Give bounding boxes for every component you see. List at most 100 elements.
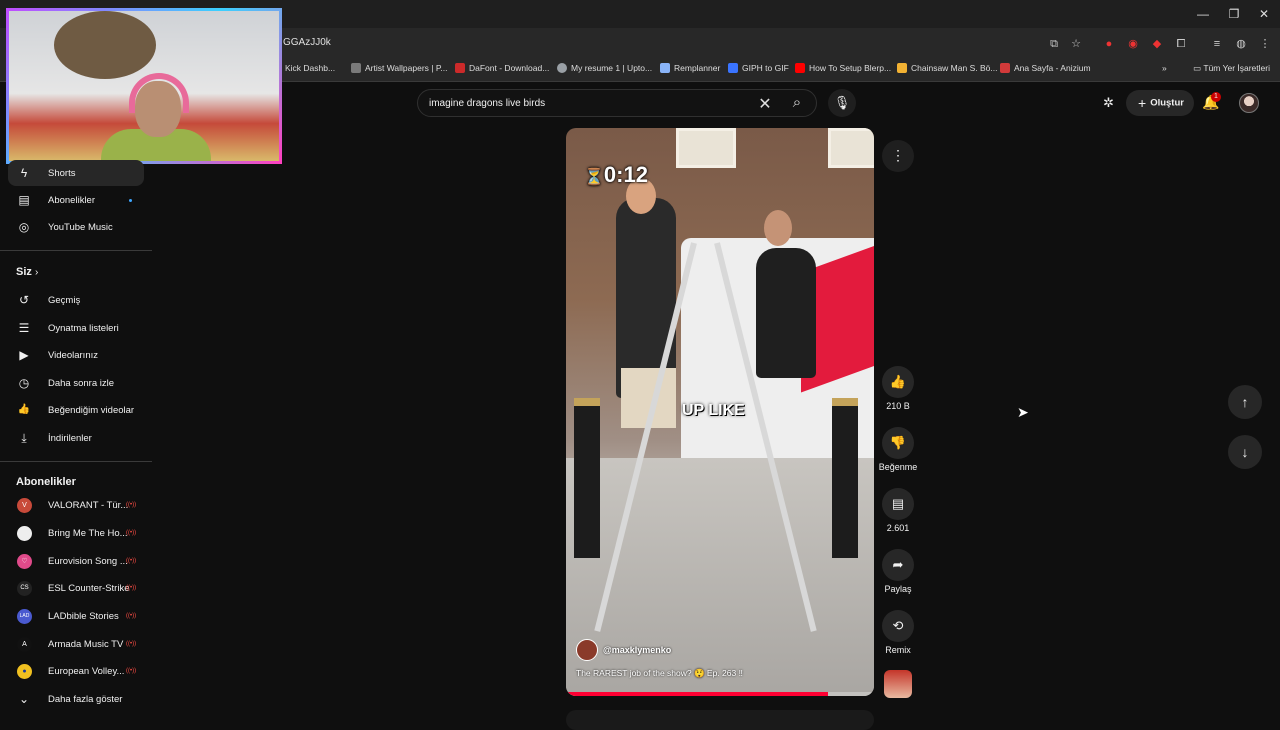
sidebar-subscription-item[interactable]: A Armada Music TV ((•))	[8, 631, 144, 657]
extensions-puzzle-icon[interactable]: ⧠	[1173, 36, 1189, 52]
sidebar-subscription-item[interactable]: LAD LADbible Stories ((•))	[8, 603, 144, 629]
search-input[interactable]: imagine dragons live birds	[429, 98, 545, 109]
sidebar-subscription-item[interactable]: Bring Me The Ho... ((•))	[8, 520, 144, 546]
like-count: 210 B	[886, 401, 910, 411]
dislike-icon[interactable]: 👎	[882, 427, 914, 459]
playlists-icon: ☰	[18, 321, 30, 335]
remix-icon[interactable]: ⟲	[882, 610, 914, 642]
sidebar-item-youtube-music[interactable]: ◎ YouTube Music	[8, 214, 144, 240]
channel-avatar[interactable]	[576, 639, 598, 661]
bookmark[interactable]: Kick Dashb...	[285, 63, 335, 73]
bookmark[interactable]: My resume 1 | Upto...	[557, 63, 652, 73]
sidebar-item-label: Geçmiş	[48, 294, 81, 306]
subscriptions-icon: ▤	[18, 193, 30, 207]
hourglass-icon: ⏳	[584, 169, 604, 186]
sidebar-subscription-item[interactable]: CS ESL Counter-Strike ((•))	[8, 575, 144, 601]
sidebar-item-watch-later[interactable]: ◷ Daha sonra izle	[8, 370, 144, 396]
webcam-headset	[129, 73, 189, 113]
video-timer-overlay: ⏳0:12	[584, 162, 648, 187]
clear-search-icon[interactable]: ✕	[756, 94, 774, 114]
show-more-button[interactable]: ⌄ Daha fazla göster	[8, 686, 144, 712]
live-indicator-icon: ((•))	[126, 530, 137, 536]
sidebar-item-shorts[interactable]: ϟ Shorts	[8, 160, 144, 186]
profile-icon[interactable]: ◍	[1233, 36, 1249, 52]
bookmark[interactable]: Chainsaw Man S. Bö...	[897, 63, 997, 73]
video-scene	[828, 128, 874, 168]
video-title[interactable]: The RAREST job of the show? 😲 Ep. 263 ‼	[576, 668, 743, 679]
your-videos-icon: ▶	[19, 348, 29, 362]
menu-kebab-icon[interactable]: ⋮	[1257, 36, 1273, 52]
video-scene	[574, 398, 600, 558]
extension-icon[interactable]: ●	[1101, 36, 1117, 52]
share-action: ➦ Paylaş	[874, 549, 922, 594]
minimize-button[interactable]: —	[1188, 4, 1218, 24]
next-short-preview[interactable]	[566, 710, 874, 730]
more-options-icon[interactable]: ⋮	[882, 140, 914, 172]
search-box[interactable]: imagine dragons live birds ✕ ⌕	[417, 89, 817, 117]
next-short-arrow-down-icon[interactable]: ↓	[1228, 435, 1262, 469]
sidebar-item-label: Shorts	[48, 167, 76, 179]
sidebar-item-label: Oynatma listeleri	[48, 322, 119, 334]
media-controls-icon[interactable]: ≡	[1209, 36, 1225, 52]
bookmark-favicon-icon	[897, 63, 907, 73]
bookmark[interactable]: Ana Sayfa - Anizium	[1000, 63, 1091, 73]
sidebar-item-downloads[interactable]: ⤓ İndirilenler	[8, 425, 144, 451]
extension-icon[interactable]: ◉	[1125, 36, 1141, 52]
create-sparkle-icon[interactable]: ✲	[1103, 95, 1114, 111]
bookmark[interactable]: How To Setup Blerp...	[795, 63, 891, 73]
sidebar-item-subscriptions[interactable]: ▤ Abonelikler	[8, 187, 144, 213]
close-button[interactable]: ✕	[1249, 4, 1279, 24]
remix-action: ⟲ Remix	[874, 610, 922, 655]
bookmark[interactable]: Remplanner	[660, 63, 720, 73]
video-scene	[832, 398, 858, 558]
comment-icon[interactable]: ▤	[882, 488, 914, 520]
voice-search-mic-icon[interactable]: 🎙	[828, 89, 856, 117]
sidebar-item-your-videos[interactable]: ▶ Videolarınız	[8, 342, 144, 368]
video-progress-bar[interactable]	[566, 692, 874, 696]
extension-icon[interactable]: ◆	[1149, 36, 1165, 52]
bookmark[interactable]: GIPH to GIF	[728, 63, 789, 73]
previous-short-arrow-up-icon[interactable]: ↑	[1228, 385, 1262, 419]
account-avatar[interactable]	[1239, 93, 1259, 113]
bookmarks-overflow-icon[interactable]: »	[1162, 63, 1167, 73]
bookmark-favicon-icon	[728, 63, 738, 73]
sidebar-item-label: Eurovision Song ...	[48, 555, 128, 567]
sidebar-divider	[0, 461, 152, 462]
short-video-player[interactable]: ⏳0:12 UP LIKE @maxklymenko The RAREST jo…	[566, 128, 874, 696]
restore-button[interactable]: ❐	[1219, 4, 1249, 24]
bookmark[interactable]: Artist Wallpapers | P...	[351, 63, 448, 73]
sidebar: ϟ Shorts ▤ Abonelikler ◎ YouTube Music S…	[0, 160, 160, 720]
sidebar-subscription-item[interactable]: V VALORANT - Tür... ((•))	[8, 492, 144, 518]
share-label: Paylaş	[884, 584, 912, 594]
video-scene	[764, 210, 792, 246]
bookmark[interactable]: DaFont - Download...	[455, 63, 549, 73]
sidebar-item-liked-videos[interactable]: 👍 Beğendiğim videolar	[8, 397, 144, 423]
downloads-icon: ⤓	[21, 431, 27, 445]
sidebar-item-label: Beğendiğim videolar	[48, 404, 135, 416]
share-icon[interactable]: ➦	[882, 549, 914, 581]
create-button[interactable]: + Oluştur	[1126, 90, 1194, 116]
sidebar-item-playlists[interactable]: ☰ Oynatma listeleri	[8, 315, 144, 341]
history-icon: ↺	[18, 293, 30, 307]
sidebar-divider	[0, 250, 152, 251]
sound-thumbnail[interactable]	[884, 670, 912, 698]
mouse-cursor-icon: ➤	[1017, 404, 1029, 420]
sidebar-item-label: Videolarınız	[48, 349, 98, 361]
sidebar-subscription-item[interactable]: ● European Volley... ((•))	[8, 658, 144, 684]
chevron-down-icon: ⌄	[18, 692, 30, 706]
video-progress-fill	[566, 692, 828, 696]
like-icon[interactable]: 👍	[882, 366, 914, 398]
all-bookmarks-folder[interactable]: ▭ Tüm Yer İşaretleri	[1193, 63, 1270, 74]
chevron-right-icon: ›	[34, 267, 39, 278]
url-text[interactable]: GGAzJJ0k	[283, 37, 331, 48]
search-icon[interactable]: ⌕	[786, 94, 808, 111]
sidebar-subscription-item[interactable]: ♡ Eurovision Song ... ((•))	[8, 548, 144, 574]
install-app-icon[interactable]: ⧉	[1046, 36, 1062, 52]
channel-avatar: LAD	[17, 608, 32, 624]
plus-icon: +	[1138, 95, 1147, 111]
you-section-heading[interactable]: Siz ›	[16, 266, 38, 278]
live-indicator-icon: ((•))	[126, 613, 137, 619]
sidebar-item-history[interactable]: ↺ Geçmiş	[8, 287, 144, 313]
channel-name[interactable]: @maxklymenko	[603, 645, 671, 655]
bookmark-star-icon[interactable]: ☆	[1068, 36, 1084, 52]
